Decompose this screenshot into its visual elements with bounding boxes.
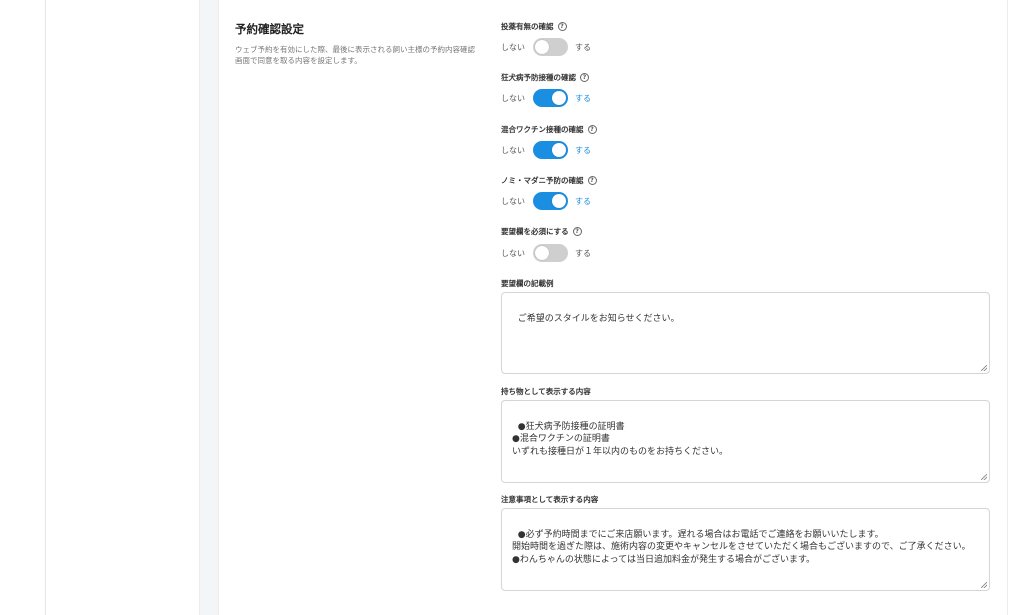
textarea-value: ご希望のスタイルをお知らせください。: [517, 313, 680, 324]
field-label-text: 要望欄を必須にする: [501, 227, 569, 236]
side-panel: [46, 0, 200, 615]
toggle-off-label: しない: [501, 42, 525, 52]
toggle-off-label: しない: [501, 93, 525, 103]
help-icon[interactable]: ?: [572, 227, 582, 236]
notice-label: 注意事項として表示する内容: [501, 495, 599, 504]
field-label-text: 投薬有無の確認: [501, 22, 554, 31]
flea-tick-check-toggle-row: しない する: [501, 192, 591, 210]
help-icon[interactable]: ?: [587, 125, 597, 134]
rabies-check-switch[interactable]: [533, 89, 568, 107]
belongings-label: 持ち物として表示する内容: [501, 387, 591, 396]
toggle-on-label: する: [575, 93, 591, 103]
switch-knob: [552, 91, 566, 105]
rabies-check-label: 狂犬病予防接種の確認 ?: [501, 72, 589, 83]
resize-handle-icon[interactable]: [981, 474, 987, 480]
request-required-label: 要望欄を必須にする ?: [501, 226, 582, 237]
notice-textarea[interactable]: ●必ず予約時間までにご来店願います。遅れる場合はお電話でご連絡をお願いいたします…: [501, 508, 990, 591]
help-icon[interactable]: ?: [587, 176, 597, 185]
resize-handle-icon[interactable]: [981, 365, 987, 371]
right-gutter: [1008, 0, 1024, 615]
toggle-off-label: しない: [501, 248, 525, 258]
left-gutter: [0, 0, 46, 615]
request-example-textarea[interactable]: ご希望のスタイルをお知らせください。: [501, 292, 990, 374]
field-label-text: 狂犬病予防接種の確認: [501, 73, 576, 82]
textarea-value: ●必ず予約時間までにご来店願います。遅れる場合はお電話でご連絡をお願いいたします…: [512, 529, 971, 565]
help-icon[interactable]: ?: [580, 73, 589, 82]
section-title: 予約確認設定: [235, 22, 304, 36]
medication-check-switch[interactable]: [533, 38, 568, 56]
textarea-value: ●狂犬病予防接種の証明書 ●混合ワクチンの証明書 いずれも接種日が１年以内のもの…: [512, 421, 729, 457]
field-label-text: 混合ワクチン接種の確認: [501, 125, 584, 134]
switch-knob: [535, 246, 549, 260]
switch-knob: [552, 143, 566, 157]
toggle-on-label: する: [575, 248, 591, 258]
request-required-switch[interactable]: [533, 244, 568, 262]
toggle-off-label: しない: [501, 145, 525, 155]
flea-tick-check-switch[interactable]: [533, 192, 568, 210]
medication-check-toggle-row: しない する: [501, 38, 591, 56]
toggle-on-label: する: [575, 42, 591, 52]
toggle-on-label: する: [575, 196, 591, 206]
switch-knob: [535, 40, 549, 54]
vaccine-check-label: 混合ワクチン接種の確認 ?: [501, 124, 597, 135]
resize-handle-icon[interactable]: [981, 582, 987, 588]
rabies-check-toggle-row: しない する: [501, 89, 591, 107]
vaccine-check-switch[interactable]: [533, 141, 568, 159]
toggle-off-label: しない: [501, 196, 525, 206]
section-description: ウェブ予約を有効にした際、最後に表示される飼い主様の予約内容確認画面で同意を取る…: [235, 45, 475, 65]
request-required-toggle-row: しない する: [501, 244, 591, 262]
field-label-text: ノミ・マダニ予防の確認: [501, 176, 584, 185]
request-example-label: 要望欄の記載例: [501, 279, 554, 288]
belongings-textarea[interactable]: ●狂犬病予防接種の証明書 ●混合ワクチンの証明書 いずれも接種日が１年以内のもの…: [501, 400, 990, 483]
help-icon[interactable]: ?: [557, 22, 567, 31]
flea-tick-check-label: ノミ・マダニ予防の確認 ?: [501, 175, 597, 186]
switch-knob: [552, 194, 566, 208]
toggle-on-label: する: [575, 145, 591, 155]
vaccine-check-toggle-row: しない する: [501, 141, 591, 159]
medication-check-label: 投薬有無の確認 ?: [501, 21, 567, 32]
